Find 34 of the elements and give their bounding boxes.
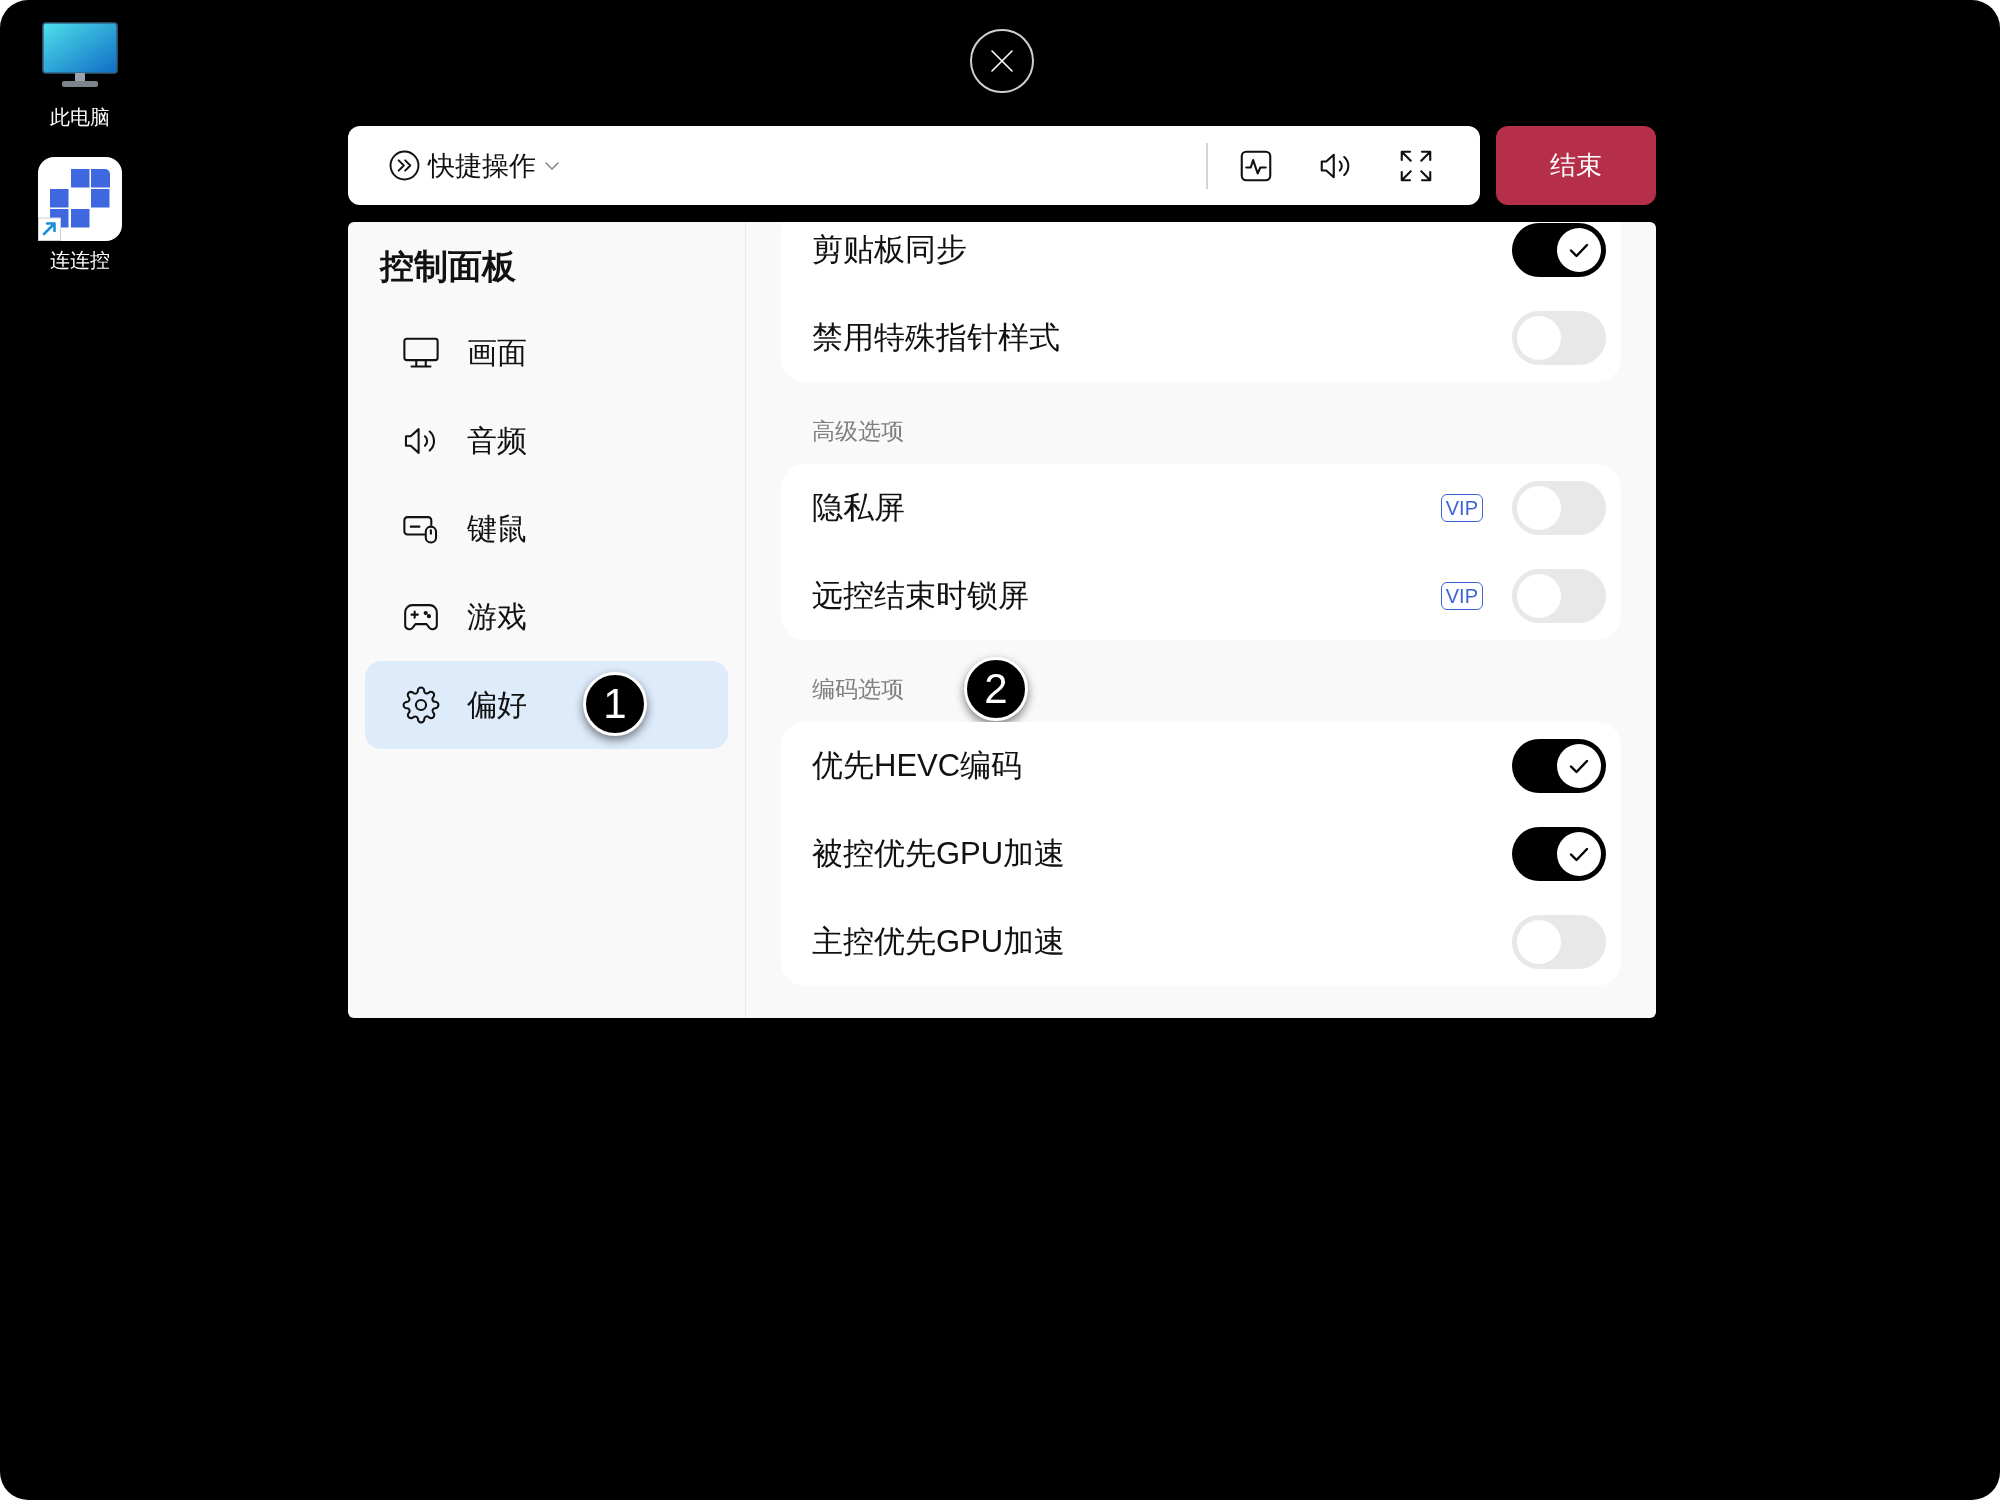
quick-actions-dropdown[interactable]: 快捷操作 <box>389 147 560 184</box>
setting-label: 主控优先GPU加速 <box>812 923 1066 961</box>
check-icon <box>1569 758 1589 774</box>
vip-tag: VIP <box>1440 494 1483 522</box>
panel-title: 控制面板 <box>380 245 516 287</box>
end-session-button[interactable]: 结束 <box>1496 126 1656 205</box>
setting-label: 隐私屏 <box>812 489 905 527</box>
close-icon <box>990 49 1014 73</box>
sidebar-item[interactable]: 音频 <box>365 397 728 485</box>
setting-label: 被控优先GPU加速 <box>812 835 1066 873</box>
check-icon <box>1569 242 1589 258</box>
setting-label: 优先HEVC编码 <box>812 747 1023 785</box>
toggle-switch[interactable] <box>1512 223 1606 277</box>
desktop-icon-label: 此电脑 <box>50 105 110 129</box>
vip-tag: VIP <box>1440 582 1483 610</box>
sidebar-item[interactable]: 键鼠 <box>365 485 728 573</box>
gear-icon <box>402 686 440 724</box>
setting-label: 禁用特殊指针样式 <box>812 319 1060 357</box>
setting-label: 剪贴板同步 <box>812 231 967 269</box>
monitor-icon[interactable] <box>42 22 118 90</box>
app-shortcut-icon[interactable] <box>38 157 122 241</box>
chevron-down-icon <box>544 160 560 171</box>
numbered-marker: 2 <box>964 657 1028 721</box>
close-button[interactable] <box>970 29 1034 93</box>
toggle-switch[interactable] <box>1512 739 1606 793</box>
sidebar-item[interactable]: 游戏 <box>365 573 728 661</box>
desktop-icon-label: 连连控 <box>50 248 110 272</box>
section-heading: 高级选项 <box>812 419 904 443</box>
setting-label: 远控结束时锁屏 <box>812 577 1029 615</box>
sidebar-item[interactable]: 画面 <box>365 309 728 397</box>
toggle-switch[interactable] <box>1512 827 1606 881</box>
double-chevron-circle-icon <box>389 150 420 181</box>
check-icon <box>1569 846 1589 862</box>
section-heading: 编码选项 <box>812 677 904 701</box>
